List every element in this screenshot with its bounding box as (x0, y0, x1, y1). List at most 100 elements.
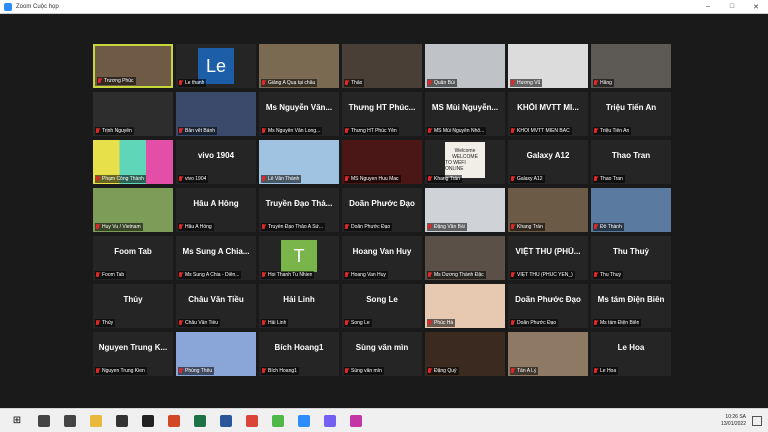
system-clock[interactable]: 10:26 SA 13/01/2022 (721, 414, 746, 428)
participant-tile[interactable]: Khang Trần (508, 188, 588, 232)
minimize-button[interactable]: – (696, 0, 720, 13)
zoom-icon[interactable] (298, 414, 310, 427)
windows-start-icon[interactable]: ⊞ (10, 414, 24, 428)
participant-tile[interactable]: Đặng Văn Bái (425, 188, 505, 232)
welcome-image: Welcome WELCOME TO WEFI ONLINE (445, 142, 485, 178)
participant-tile[interactable]: Phùng Thêu (176, 332, 256, 376)
maximize-button[interactable]: □ (720, 0, 744, 13)
media-player-icon[interactable] (142, 414, 154, 427)
participant-tile[interactable]: Thưng HT Phúc... Thưng HT Phúc Yên (342, 92, 422, 136)
participant-display-name: Song Le (366, 295, 398, 304)
participant-name: Hâu A Hồng (185, 224, 212, 230)
participant-name-label: Thủy (95, 319, 116, 327)
participant-tile[interactable]: Phúc Hà (425, 284, 505, 328)
participant-tile[interactable]: Doãn Phước Đạo Doãn Phước Đạo (342, 188, 422, 232)
participant-tile[interactable]: Trương Phúc (93, 44, 173, 88)
photos-icon[interactable] (350, 414, 362, 427)
participant-name: Song Le (351, 320, 370, 326)
participant-display-name: Triệu Tiến An (605, 103, 657, 112)
word-icon[interactable] (220, 414, 232, 427)
powerpoint-icon[interactable] (168, 414, 180, 427)
mic-muted-icon (593, 80, 598, 86)
participant-display-name: Nguyen Trung K... (98, 343, 168, 352)
search-icon[interactable] (38, 414, 50, 427)
participant-tile[interactable]: Giảng A Quạ tại châu (259, 44, 339, 88)
participant-tile[interactable]: Song Le Song Le (342, 284, 422, 328)
participant-name-label: Trương Phúc (97, 77, 136, 85)
participant-tile[interactable]: Đặng Quý (425, 332, 505, 376)
participant-name-label: Phùng Thêu (178, 367, 215, 375)
participant-tile[interactable]: Lê Văn Thành (259, 140, 339, 184)
participant-tile[interactable]: Thao Tran Thao Tran (591, 140, 671, 184)
participant-tile[interactable]: Le Hoa Le Hoa (591, 332, 671, 376)
notification-icon[interactable] (752, 415, 762, 426)
participant-tile[interactable]: T Hoi Thanh Tu Nhien (259, 236, 339, 280)
participant-tile[interactable]: Sùng văn mìn Sùng văn mìn (342, 332, 422, 376)
participant-tile[interactable]: Bích Hoang1 Bích Hoang1 (259, 332, 339, 376)
file-explorer-icon[interactable] (90, 414, 102, 427)
participant-tile[interactable]: Ms Nguyễn Văn... Ms Nguyễn Văn Long... (259, 92, 339, 136)
participant-tile[interactable]: Hoang Van Huy Hoang Van Huy (342, 236, 422, 280)
participant-name: Huy Vu / Vietnam (102, 224, 141, 230)
excel-icon[interactable] (194, 414, 206, 427)
close-button[interactable]: ✕ (744, 0, 768, 13)
participant-tile[interactable]: Thủy Thủy (93, 284, 173, 328)
participant-tile[interactable]: Ms Sung A Chia... Ms Sung A Chia - Diên..… (176, 236, 256, 280)
participant-display-name: Thưng HT Phúc... (348, 103, 416, 112)
participant-tile[interactable]: Welcome WELCOME TO WEFI ONLINE Khang Trần (425, 140, 505, 184)
participant-name-label: Le thanh (178, 79, 207, 87)
participant-tile[interactable]: Bản vẽt Bánh (176, 92, 256, 136)
participant-tile[interactable]: Thu Thuỷ Thu Thuỷ (591, 236, 671, 280)
task-view-icon[interactable] (64, 414, 76, 427)
participant-tile[interactable]: Phạm Công Thành (93, 140, 173, 184)
participant-tile[interactable]: MS Nguyen Huu Mac (342, 140, 422, 184)
participant-tile[interactable]: Truyền Đạo Thả... Truyền Đạo Thảo A Sử... (259, 188, 339, 232)
participant-tile[interactable]: Hương Vũ (508, 44, 588, 88)
participant-tile[interactable]: Hải Linh Hải Linh (259, 284, 339, 328)
zoom-logo-icon (4, 2, 12, 11)
participant-tile[interactable]: KHỐI MVTT MI... KHỐI MVTT MIỀN BẮC (508, 92, 588, 136)
camtasia-icon[interactable] (272, 414, 284, 427)
participant-name: Hoi Thanh Tu Nhien (268, 272, 313, 278)
participant-name: Khang Trần (517, 224, 543, 230)
participant-tile[interactable]: Tấn A Lý (508, 332, 588, 376)
obs-icon[interactable] (116, 414, 128, 427)
participant-tile[interactable]: Châu Văn Tiều Châu Văn Tiều (176, 284, 256, 328)
participant-tile[interactable]: MS Mùi Nguyễn... MS Mùi Nguyễn Nhô... (425, 92, 505, 136)
mic-muted-icon (510, 368, 515, 374)
participant-display-name: Sùng văn mìn (355, 343, 409, 352)
participant-tile[interactable]: vivo 1904 vivo 1904 (176, 140, 256, 184)
participant-tile[interactable]: Trịnh Nguyễn (93, 92, 173, 136)
participant-display-name: Thủy (123, 295, 143, 304)
participant-tile[interactable]: Doãn Phước Đạo Doãn Phước Đạo (508, 284, 588, 328)
participant-tile[interactable]: Hâu A Hông Hâu A Hồng (176, 188, 256, 232)
participant-tile[interactable]: Ms Dương Thành Đặc (425, 236, 505, 280)
participant-tile[interactable]: Hằng (591, 44, 671, 88)
participant-tile[interactable]: Huy Vu / Vietnam (93, 188, 173, 232)
participant-name: Ms Nguyễn Văn Long... (268, 128, 321, 134)
mic-muted-icon (593, 272, 598, 278)
participant-tile[interactable]: Nguyen Trung K... Nguyen Trung Kien (93, 332, 173, 376)
participant-name-label: Đặng Quý (427, 367, 459, 375)
mic-muted-icon (593, 224, 598, 230)
participant-display-name: KHỐI MVTT MI... (517, 103, 579, 112)
participant-tile[interactable]: Triệu Tiến An Triệu Tiến An (591, 92, 671, 136)
participant-tile[interactable]: VIỆT THU (PHÚ... VIỆT THU (PHÚC YÊN_) (508, 236, 588, 280)
participant-tile[interactable]: Ms tám Điện Biên Ms tám Điện Biên (591, 284, 671, 328)
participant-display-name: Hải Linh (283, 295, 315, 304)
participant-tile[interactable]: Quân Bùi (425, 44, 505, 88)
participant-display-name: VIỆT THU (PHÚ... (515, 247, 581, 256)
participant-tile[interactable]: Foom Tab Foom Tab (93, 236, 173, 280)
participant-name-label: Huy Vu / Vietnam (95, 223, 143, 231)
participant-name: Thưng HT Phúc Yên (351, 128, 397, 134)
viber-icon[interactable] (324, 414, 336, 427)
participant-display-name: Hâu A Hông (193, 199, 239, 208)
participant-tile[interactable]: Thảo (342, 44, 422, 88)
chrome-icon[interactable] (246, 414, 258, 427)
mic-muted-icon (261, 368, 266, 374)
participant-tile[interactable]: Đỗ Thành (591, 188, 671, 232)
participant-tile[interactable]: Le Le thanh (176, 44, 256, 88)
participant-name: Phúc Hà (434, 320, 454, 326)
participant-tile[interactable]: Galaxy A12 Galaxy A12 (508, 140, 588, 184)
participant-name-label: Quân Bùi (427, 79, 457, 87)
